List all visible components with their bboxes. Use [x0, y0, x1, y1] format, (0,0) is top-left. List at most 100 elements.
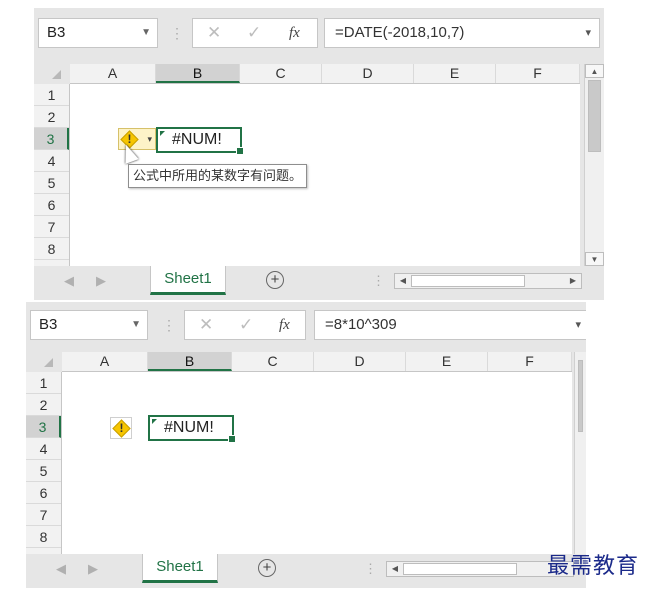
- error-tooltip: 公式中所用的某数字有问题。: [128, 164, 308, 188]
- enter-icon[interactable]: ✓: [247, 19, 261, 47]
- column-header-d[interactable]: D: [322, 64, 414, 83]
- row-header-1[interactable]: 1: [34, 84, 69, 106]
- row-header-3[interactable]: 3: [26, 416, 61, 438]
- previous-sheet-icon[interactable]: ◀: [56, 554, 66, 584]
- formula-bar-grip-icon: ⋮: [170, 25, 184, 41]
- tooltip-text: 公式中所用的某数字有问题。: [133, 168, 303, 183]
- row-header-5[interactable]: 5: [34, 172, 69, 194]
- scroll-right-icon[interactable]: ▶: [565, 274, 581, 288]
- column-headers: A B C D E F: [62, 352, 572, 372]
- formula-bar: B3 ▼ ⋮ ✕ ✓ fx =DATE(-2018,10,7) ▾: [34, 8, 604, 64]
- vertical-scroll-thumb[interactable]: [588, 80, 601, 152]
- column-header-f[interactable]: F: [488, 352, 572, 371]
- row-header-3[interactable]: 3: [34, 128, 69, 150]
- row-header-6[interactable]: 6: [34, 194, 69, 216]
- cancel-icon[interactable]: ✕: [207, 19, 221, 47]
- fill-handle[interactable]: [236, 147, 244, 155]
- row-header-6[interactable]: 6: [26, 482, 61, 504]
- column-header-e[interactable]: E: [414, 64, 496, 83]
- horizontal-scroll-thumb[interactable]: [403, 563, 517, 575]
- previous-sheet-icon[interactable]: ◀: [64, 266, 74, 296]
- row-header-5[interactable]: 5: [26, 460, 61, 482]
- formula-bar-grip-icon: ⋮: [162, 317, 176, 333]
- scroll-up-icon[interactable]: ▲: [585, 64, 604, 78]
- watermark-text: 最需教育: [547, 554, 640, 579]
- insert-function-icon[interactable]: fx: [279, 311, 290, 339]
- name-box-value: B3: [39, 316, 58, 333]
- cell-grid[interactable]: ! ▾ #NUM! 公式中所用的某数字有问题。: [70, 84, 580, 266]
- vertical-scrollbar[interactable]: ▲ ▼: [584, 64, 604, 266]
- horizontal-scrollbar[interactable]: ◀ ▶: [394, 273, 582, 289]
- row-headers: 1 2 3 4 5 6 7 8 9: [34, 84, 70, 266]
- sheet-tab[interactable]: Sheet1: [150, 266, 226, 295]
- column-header-e[interactable]: E: [406, 352, 488, 371]
- horizontal-scroll-thumb[interactable]: [411, 275, 525, 287]
- excel-window-1: B3 ▼ ⋮ ✕ ✓ fx =DATE(-2018,10,7) ▾ A B C …: [34, 8, 604, 300]
- selected-cell-b3[interactable]: #NUM!: [148, 415, 236, 443]
- formula-text: =DATE(-2018,10,7): [335, 24, 465, 41]
- expand-formula-bar-icon[interactable]: ▾: [575, 311, 581, 339]
- row-header-7[interactable]: 7: [34, 216, 69, 238]
- cell-value: #NUM!: [172, 131, 222, 148]
- chevron-down-icon[interactable]: ▾: [147, 130, 152, 148]
- column-header-b[interactable]: B: [156, 64, 240, 83]
- chevron-down-icon[interactable]: ▼: [131, 311, 141, 339]
- select-all-corner[interactable]: [52, 70, 61, 79]
- row-header-2[interactable]: 2: [34, 106, 69, 128]
- column-header-a[interactable]: A: [70, 64, 156, 83]
- column-headers: A B C D E F: [70, 64, 580, 84]
- insert-function-icon[interactable]: fx: [289, 19, 300, 47]
- add-sheet-icon[interactable]: +: [258, 559, 276, 577]
- tab-split-grip-icon[interactable]: ⋮: [372, 266, 385, 296]
- horizontal-scrollbar[interactable]: ◀: [386, 561, 574, 577]
- column-header-b[interactable]: B: [148, 352, 232, 371]
- column-header-d[interactable]: D: [314, 352, 406, 371]
- formula-bar: B3 ▼ ⋮ ✕ ✓ fx =8*10^309 ▾: [26, 302, 586, 352]
- enter-icon[interactable]: ✓: [239, 311, 253, 339]
- tab-split-grip-icon[interactable]: ⋮: [364, 554, 377, 584]
- cell-value: #NUM!: [164, 419, 214, 436]
- scroll-down-icon[interactable]: ▼: [585, 252, 604, 266]
- formula-text: =8*10^309: [325, 316, 397, 333]
- formula-buttons: ✕ ✓ fx: [184, 310, 306, 340]
- sheet-tab-bar: ◀ ▶ Sheet1 + ⋮ ◀: [26, 554, 586, 588]
- add-sheet-icon[interactable]: +: [266, 271, 284, 289]
- scroll-left-icon[interactable]: ◀: [395, 274, 411, 288]
- error-indicator-icon: [152, 419, 157, 424]
- sheet-tab-bar: ◀ ▶ Sheet1 + ⋮ ◀ ▶: [34, 266, 604, 300]
- scroll-left-icon[interactable]: ◀: [387, 562, 403, 576]
- row-header-7[interactable]: 7: [26, 504, 61, 526]
- selected-cell-b3[interactable]: #NUM!: [156, 127, 244, 155]
- vertical-scroll-thumb[interactable]: [578, 360, 583, 432]
- fill-handle[interactable]: [228, 435, 236, 443]
- row-header-4[interactable]: 4: [34, 150, 69, 172]
- error-indicator-icon: [160, 131, 165, 136]
- sheet-tab[interactable]: Sheet1: [142, 554, 218, 583]
- formula-buttons: ✕ ✓ fx: [192, 18, 318, 48]
- column-header-f[interactable]: F: [496, 64, 580, 83]
- select-all-corner[interactable]: [44, 358, 53, 367]
- chevron-down-icon[interactable]: ▼: [141, 19, 151, 47]
- row-header-8[interactable]: 8: [26, 526, 61, 548]
- name-box[interactable]: B3 ▼: [30, 310, 148, 340]
- excel-window-2: B3 ▼ ⋮ ✕ ✓ fx =8*10^309 ▾ A B C D E F 1 …: [26, 302, 586, 588]
- name-box-value: B3: [47, 24, 66, 41]
- formula-input[interactable]: =8*10^309 ▾: [314, 310, 586, 340]
- expand-formula-bar-icon[interactable]: ▾: [585, 19, 591, 47]
- column-header-c[interactable]: C: [240, 64, 322, 83]
- next-sheet-icon[interactable]: ▶: [96, 266, 106, 296]
- name-box[interactable]: B3 ▼: [38, 18, 158, 48]
- error-check-button[interactable]: !: [110, 417, 132, 439]
- vertical-scrollbar[interactable]: [574, 352, 586, 554]
- column-header-a[interactable]: A: [62, 352, 148, 371]
- row-headers: 1 2 3 4 5 6 7 8 9: [26, 372, 62, 554]
- next-sheet-icon[interactable]: ▶: [88, 554, 98, 584]
- row-header-4[interactable]: 4: [26, 438, 61, 460]
- row-header-2[interactable]: 2: [26, 394, 61, 416]
- row-header-8[interactable]: 8: [34, 238, 69, 260]
- column-header-c[interactable]: C: [232, 352, 314, 371]
- cancel-icon[interactable]: ✕: [199, 311, 213, 339]
- cell-grid[interactable]: ! #NUM!: [62, 372, 572, 554]
- row-header-1[interactable]: 1: [26, 372, 61, 394]
- formula-input[interactable]: =DATE(-2018,10,7) ▾: [324, 18, 600, 48]
